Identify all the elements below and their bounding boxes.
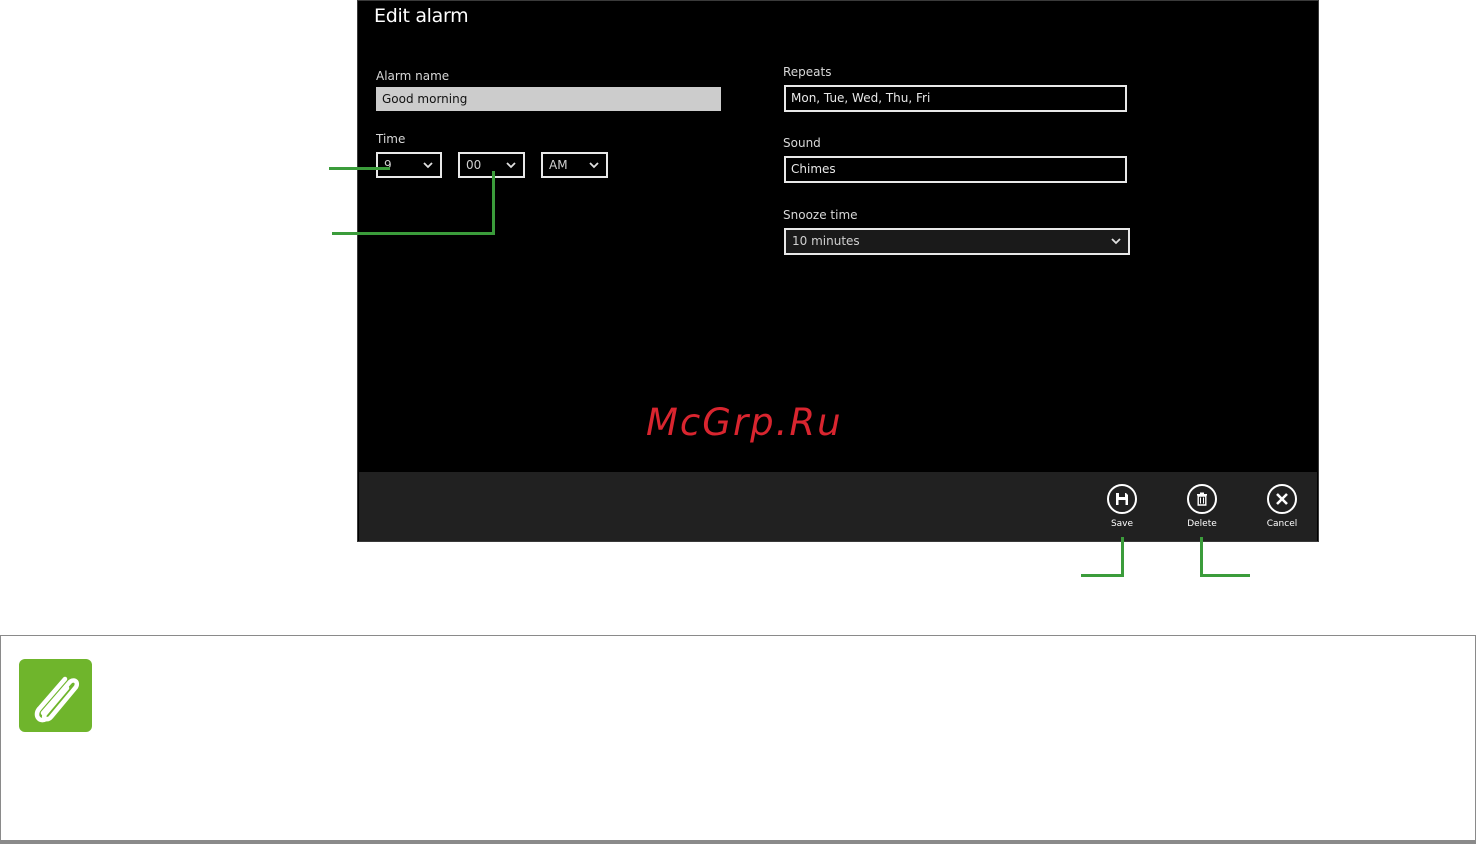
paperclip-icon: [34, 676, 79, 723]
snooze-time-select[interactable]: 10 minutes: [784, 228, 1130, 255]
repeats-field[interactable]: Mon, Tue, Wed, Thu, Fri: [784, 85, 1127, 112]
close-icon: [1276, 493, 1288, 505]
note-badge: [19, 659, 92, 732]
app-bar: Save Delete Cancel: [359, 472, 1317, 541]
floppy-disk-icon: [1116, 493, 1128, 505]
note-box: [0, 635, 1476, 844]
callout-delete-line-horizontal: [1200, 574, 1250, 577]
callout-save-line-horizontal: [1081, 574, 1124, 577]
callout-delete-line-vertical: [1200, 537, 1203, 577]
trash-icon: [1197, 492, 1207, 506]
chevron-down-icon: [506, 162, 516, 169]
cancel-button[interactable]: Cancel: [1252, 484, 1312, 529]
callout-minute-line-horizontal: [332, 232, 495, 235]
manual-page: Edit alarm Alarm name Good morning Time …: [0, 0, 1476, 844]
sound-label: Sound: [783, 136, 821, 150]
period-select[interactable]: AM: [541, 152, 608, 178]
alarm-name-label: Alarm name: [376, 69, 450, 83]
delete-button[interactable]: Delete: [1172, 484, 1232, 529]
chevron-down-icon: [423, 162, 433, 169]
page-title: Edit alarm: [374, 5, 469, 27]
snooze-time-label: Snooze time: [783, 208, 858, 222]
watermark: McGrp.Ru: [646, 401, 843, 444]
chevron-down-icon: [1111, 238, 1121, 245]
callout-minute-line-vertical: [492, 171, 495, 235]
snooze-time-value: 10 minutes: [792, 234, 860, 248]
minute-value: 00: [466, 158, 482, 172]
save-label: Save: [1110, 519, 1134, 529]
callout-hour-line: [329, 167, 390, 170]
chevron-down-icon: [589, 162, 599, 169]
delete-label: Delete: [1187, 519, 1217, 529]
sound-field[interactable]: Chimes: [784, 156, 1127, 183]
callout-save-line-vertical: [1121, 537, 1124, 577]
time-label: Time: [376, 132, 406, 146]
alarm-name-input[interactable]: Good morning: [376, 87, 721, 111]
hour-select[interactable]: 9: [376, 152, 442, 178]
period-value: AM: [549, 158, 568, 172]
save-button[interactable]: Save: [1092, 484, 1152, 529]
edit-alarm-screen: Edit alarm Alarm name Good morning Time …: [357, 0, 1319, 542]
repeats-label: Repeats: [783, 65, 832, 79]
cancel-label: Cancel: [1266, 519, 1298, 529]
